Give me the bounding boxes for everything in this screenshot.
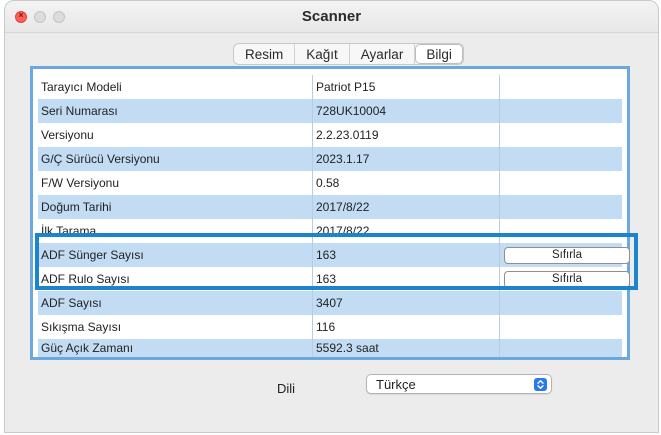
tab-resim[interactable]: Resim	[234, 44, 296, 64]
row-value: 0.58	[313, 171, 500, 195]
row-label: Sıkışma Sayısı	[38, 315, 313, 339]
table-row: Sıkışma Sayısı 116	[38, 315, 622, 339]
tab-bar: Resim Kağıt Ayarlar Bilgi	[233, 43, 464, 65]
row-value: 728UK10004	[313, 99, 500, 123]
tab-kagit[interactable]: Kağıt	[295, 44, 350, 64]
table-row: Versiyonu 2.2.23.0119	[38, 123, 622, 147]
language-select-value: Türkçe	[376, 377, 416, 392]
table-row: Tarayıcı Modeli Patriot P15	[38, 75, 622, 99]
row-label: ADF Sayısı	[38, 291, 313, 315]
tab-ayarlar[interactable]: Ayarlar	[350, 44, 416, 64]
table-row: G/Ç Sürücü Versiyonu 2023.1.17	[38, 147, 622, 171]
row-value: 2017/8/22	[313, 195, 500, 219]
row-label: Seri Numarası	[38, 99, 313, 123]
info-table: Tarayıcı Modeli Patriot P15 Seri Numaras…	[30, 66, 630, 360]
table-row: ADF Sayısı 3407	[38, 291, 622, 315]
row-action	[500, 75, 622, 99]
language-label: Dili	[277, 381, 296, 396]
row-label: Versiyonu	[38, 123, 313, 147]
row-label: Güç Açık Zamanı	[38, 339, 313, 357]
row-label: Doğum Tarihi	[38, 195, 313, 219]
row-value: 2.2.23.0119	[313, 123, 500, 147]
table-row: F/W Versiyonu 0.58	[38, 171, 622, 195]
row-action	[500, 315, 622, 339]
row-action	[500, 147, 622, 171]
adf-counters-highlight	[35, 233, 638, 290]
tab-bilgi[interactable]: Bilgi	[415, 44, 463, 64]
row-value: Patriot P15	[313, 75, 500, 99]
language-select[interactable]: Türkçe	[366, 374, 552, 394]
row-action	[500, 195, 622, 219]
row-label: G/Ç Sürücü Versiyonu	[38, 147, 313, 171]
row-value: 3407	[313, 291, 500, 315]
row-action	[500, 99, 622, 123]
row-label: Tarayıcı Modeli	[38, 75, 313, 99]
row-value: 2023.1.17	[313, 147, 500, 171]
chevron-up-down-icon	[534, 378, 547, 391]
row-label: F/W Versiyonu	[38, 171, 313, 195]
title-bar: × Scanner	[5, 1, 658, 33]
row-action	[500, 171, 622, 195]
row-value: 5592.3 saat	[313, 339, 500, 357]
row-action	[500, 123, 622, 147]
row-value: 116	[313, 315, 500, 339]
table-row: Seri Numarası 728UK10004	[38, 99, 622, 123]
window-title: Scanner	[301, 8, 362, 25]
table-row: Doğum Tarihi 2017/8/22	[38, 195, 622, 219]
table-row: Güç Açık Zamanı 5592.3 saat	[38, 339, 622, 357]
row-action	[500, 291, 622, 315]
row-action	[500, 339, 622, 357]
